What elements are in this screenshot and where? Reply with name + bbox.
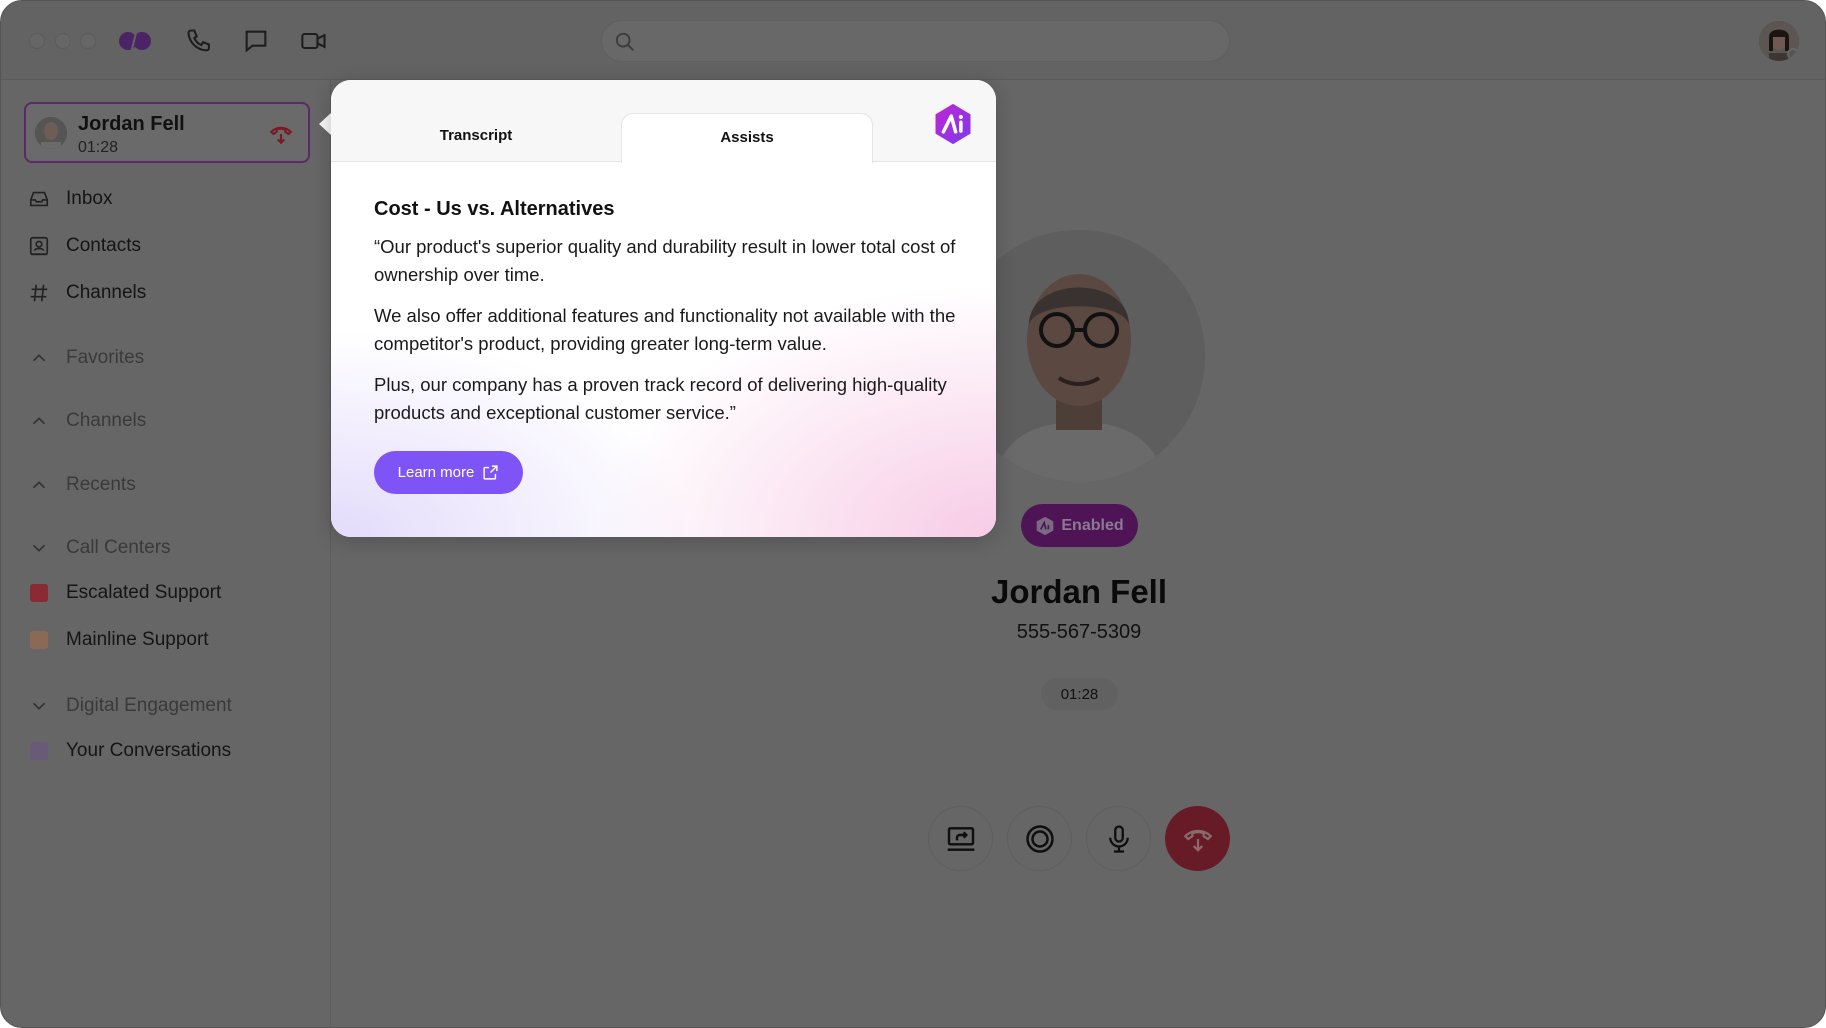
section-digital-engagement[interactable]: Digital Engagement: [1, 691, 331, 721]
section-favorites[interactable]: Favorites: [1, 343, 331, 373]
inbox-icon: [29, 191, 49, 207]
assist-paragraph: Plus, our company has a proven track rec…: [374, 374, 947, 423]
assist-paragraph: We also offer additional features and fu…: [374, 305, 956, 354]
sidebar-item-label: Mainline Support: [66, 629, 209, 650]
assist-popup: Transcript Assists Cost - Us vs. Alterna…: [331, 80, 996, 537]
ai-enabled-badge[interactable]: Enabled: [1021, 504, 1138, 547]
assist-content: Cost - Us vs. Alternatives “Our product'…: [374, 198, 964, 440]
section-label: Favorites: [66, 347, 145, 368]
titlebar: [1, 1, 1825, 80]
section-recents[interactable]: Recents: [1, 470, 331, 500]
sidebar-item-mainline-support[interactable]: Mainline Support: [1, 625, 331, 655]
phone-icon[interactable]: [185, 27, 213, 55]
tab-transcript[interactable]: Transcript: [331, 127, 621, 144]
chevron-up-icon: [32, 481, 46, 489]
chevron-up-icon: [32, 354, 46, 362]
end-call-button[interactable]: [1165, 806, 1230, 871]
ai-logo-icon: [935, 103, 971, 145]
chevron-up-icon: [32, 417, 46, 425]
call-duration: 01:28: [78, 139, 119, 156]
sidebar-item-inbox[interactable]: Inbox: [1, 184, 331, 214]
sidebar: Jordan Fell 01:28 Inbox Contacts Channel…: [1, 80, 331, 1027]
badge-label: Enabled: [1061, 516, 1124, 534]
sidebar-item-label: Your Conversations: [66, 740, 232, 761]
contact-phone: 555-567-5309: [1016, 621, 1142, 643]
tab-assists[interactable]: Assists: [621, 113, 873, 163]
section-channels[interactable]: Channels: [1, 406, 331, 436]
contact-name: Jordan Fell: [990, 573, 1168, 610]
color-swatch: [30, 742, 48, 760]
sidebar-item-channels[interactable]: Channels: [1, 278, 331, 308]
popup-tabs: Transcript Assists: [331, 80, 996, 163]
record-icon: [1025, 824, 1054, 853]
section-label: Channels: [66, 410, 147, 431]
sidebar-item-label: Escalated Support: [66, 582, 222, 603]
share-screen-button[interactable]: [928, 806, 993, 871]
section-label: Call Centers: [66, 537, 171, 558]
hash-icon: [30, 284, 48, 302]
section-call-centers[interactable]: Call Centers: [1, 533, 331, 563]
ai-logo-icon: [1037, 516, 1054, 535]
caller-name: Jordan Fell: [78, 113, 185, 135]
user-avatar[interactable]: [1759, 21, 1799, 61]
app-logo: [119, 28, 151, 54]
call-timer: 01:28: [1041, 678, 1118, 710]
color-swatch: [30, 631, 48, 649]
record-button[interactable]: [1007, 806, 1072, 871]
chevron-down-icon: [32, 702, 46, 710]
window-minimize-button[interactable]: [55, 33, 71, 49]
section-label: Digital Engagement: [66, 695, 232, 716]
hang-up-icon: [1183, 829, 1212, 852]
microphone-icon: [1108, 824, 1129, 853]
learn-more-label: Learn more: [397, 464, 475, 481]
chevron-down-icon: [32, 544, 46, 552]
learn-more-button[interactable]: Learn more: [374, 451, 523, 494]
sidebar-item-escalated-support[interactable]: Escalated Support: [1, 578, 331, 608]
video-icon[interactable]: [300, 27, 328, 55]
search-icon: [615, 32, 634, 51]
sidebar-item-label: Inbox: [66, 188, 113, 209]
mute-button[interactable]: [1086, 806, 1151, 871]
window-maximize-button[interactable]: [80, 33, 96, 49]
sidebar-item-label: Contacts: [66, 235, 141, 256]
sidebar-item-contacts[interactable]: Contacts: [1, 231, 331, 261]
assist-title: Cost - Us vs. Alternatives: [374, 198, 615, 220]
sidebar-item-label: Channels: [66, 282, 147, 303]
search-input[interactable]: [601, 20, 1230, 62]
chat-icon[interactable]: [242, 27, 270, 55]
share-screen-icon: [947, 826, 974, 851]
caller-avatar: [35, 117, 67, 149]
assist-paragraph: “Our product's superior quality and dura…: [374, 236, 956, 285]
active-call-card[interactable]: Jordan Fell 01:28: [24, 102, 310, 163]
color-swatch: [30, 584, 48, 602]
section-label: Recents: [66, 474, 136, 495]
contacts-icon: [29, 236, 49, 256]
window-close-button[interactable]: [29, 33, 45, 49]
sidebar-item-your-conversations[interactable]: Your Conversations: [1, 736, 331, 766]
external-link-icon: [483, 465, 498, 480]
hang-up-icon[interactable]: [268, 121, 294, 147]
